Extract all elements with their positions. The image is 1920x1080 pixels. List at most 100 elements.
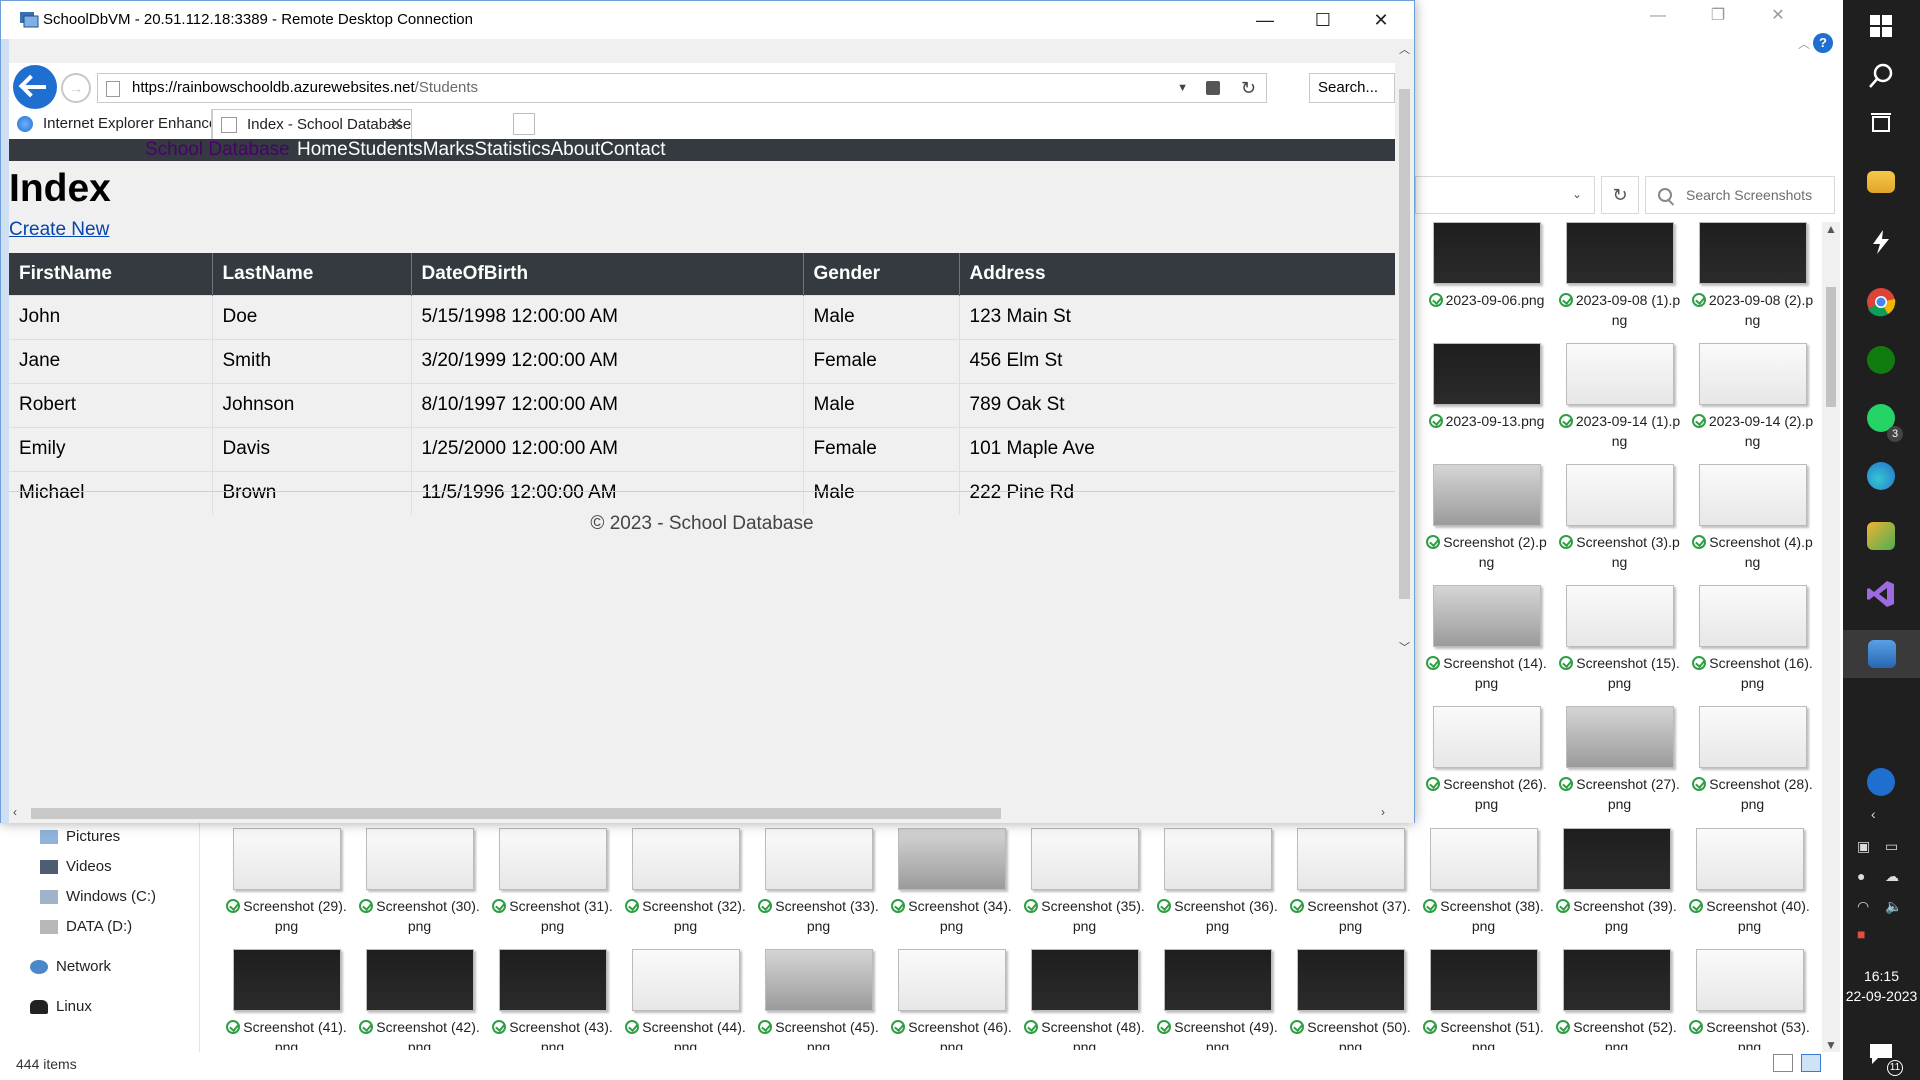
file-thumbnail[interactable]: Screenshot (37).png <box>1284 828 1417 941</box>
explorer-maximize-button[interactable]: ❐ <box>1703 4 1733 28</box>
file-thumbnail[interactable]: 2023-09-08 (1).png <box>1553 222 1686 335</box>
file-thumbnail[interactable]: Screenshot (43).png <box>486 949 619 1050</box>
ie-hscroll-thumb[interactable] <box>31 808 1001 819</box>
file-thumbnail[interactable]: Screenshot (49).png <box>1151 949 1284 1050</box>
file-thumbnail[interactable]: 2023-09-13.png <box>1420 343 1553 456</box>
xbox-icon[interactable] <box>1857 336 1905 384</box>
tab-ie-enhanced-security[interactable]: Internet Explorer Enhanced Sec... <box>9 109 212 139</box>
lock-icon[interactable] <box>1206 81 1220 95</box>
chevron-left-icon[interactable]: ‹ <box>1871 806 1876 822</box>
file-thumbnail[interactable]: Screenshot (53).png <box>1683 949 1816 1050</box>
taskbar-clock[interactable]: 16:15 22-09-2023 <box>1843 966 1920 1006</box>
file-thumbnail[interactable]: Screenshot (4).png <box>1686 464 1819 577</box>
file-thumbnail[interactable]: Screenshot (35).png <box>1018 828 1151 941</box>
new-tab-button[interactable] <box>513 113 535 135</box>
address-bar[interactable]: https://rainbowschooldb.azurewebsites.ne… <box>97 73 1267 103</box>
cloud-icon[interactable]: ☁ <box>1885 868 1899 885</box>
task-view-icon[interactable] <box>1857 100 1905 148</box>
visual-studio-icon[interactable] <box>1857 570 1905 618</box>
wifi-icon[interactable]: ◠ <box>1857 898 1869 915</box>
file-thumbnail[interactable]: Screenshot (32).png <box>619 828 752 941</box>
file-thumbnail[interactable]: Screenshot (16).png <box>1686 585 1819 698</box>
explorer-address-bar[interactable]: ⌄ <box>1415 176 1595 214</box>
file-thumbnail[interactable]: Screenshot (39).png <box>1550 828 1683 941</box>
nav-link-contact[interactable]: Contact <box>600 139 665 161</box>
file-thumbnail[interactable]: Screenshot (33).png <box>752 828 885 941</box>
refresh-button[interactable]: ↻ <box>1601 176 1639 214</box>
file-thumbnail[interactable]: Screenshot (38).png <box>1417 828 1550 941</box>
windows-start-icon[interactable] <box>1857 2 1905 50</box>
tab-index-school-database[interactable]: Index - School Database ✕ <box>212 109 412 139</box>
create-new-link[interactable]: Create New <box>9 217 109 243</box>
file-thumbnail[interactable]: Screenshot (44).png <box>619 949 752 1050</box>
help-icon[interactable] <box>1857 758 1905 806</box>
scroll-left-icon[interactable]: ‹ <box>13 805 17 819</box>
onedrive-error-icon[interactable]: ● <box>1857 868 1865 884</box>
file-thumbnail[interactable]: 2023-09-08 (2).png <box>1686 222 1819 335</box>
details-view-button[interactable] <box>1773 1054 1793 1072</box>
file-thumbnail[interactable]: Screenshot (27).png <box>1553 706 1686 819</box>
file-explorer-icon[interactable] <box>1857 158 1905 206</box>
chevron-down-icon[interactable]: ▼ <box>1177 74 1188 102</box>
file-thumbnail[interactable]: Screenshot (2).png <box>1420 464 1553 577</box>
remote-desktop-icon[interactable] <box>1843 630 1920 678</box>
file-thumbnail[interactable]: Screenshot (45).png <box>752 949 885 1050</box>
explorer-minimize-button[interactable]: — <box>1643 4 1673 28</box>
tray-notification-icon[interactable]: ■ <box>1857 926 1865 942</box>
file-thumbnail[interactable]: Screenshot (30).png <box>353 828 486 941</box>
file-thumbnail[interactable]: Screenshot (14).png <box>1420 585 1553 698</box>
scroll-up-icon[interactable]: ▲ <box>1822 222 1840 236</box>
file-thumbnail[interactable]: 2023-09-14 (2).png <box>1686 343 1819 456</box>
tab-close-icon[interactable]: ✕ <box>390 110 403 139</box>
file-thumbnail[interactable]: Screenshot (46).png <box>885 949 1018 1050</box>
edge-icon[interactable] <box>1857 452 1905 500</box>
whatsapp-icon[interactable]: 3 <box>1857 394 1905 442</box>
nav-item-pictures[interactable]: Pictures <box>40 828 120 845</box>
battery-icon[interactable]: ▭ <box>1885 838 1898 855</box>
file-thumbnail[interactable]: Screenshot (51).png <box>1417 949 1550 1050</box>
refresh-icon[interactable]: ↻ <box>1241 74 1256 102</box>
file-thumbnail[interactable]: Screenshot (40).png <box>1683 828 1816 941</box>
scroll-right-icon[interactable]: › <box>1381 805 1385 819</box>
file-thumbnail[interactable]: Screenshot (31).png <box>486 828 619 941</box>
file-thumbnail[interactable]: Screenshot (34).png <box>885 828 1018 941</box>
scroll-down-icon[interactable]: ﹀ <box>1395 639 1414 655</box>
rdp-close-button[interactable]: ✕ <box>1352 3 1410 37</box>
notification-center-icon[interactable]: 11 <box>1857 1030 1905 1078</box>
file-thumbnail[interactable]: Screenshot (52).png <box>1550 949 1683 1050</box>
chrome-icon[interactable] <box>1857 278 1905 326</box>
file-thumbnail[interactable]: Screenshot (41).png <box>220 949 353 1050</box>
ie-vertical-scrollbar[interactable]: ︿ ﹀ <box>1395 39 1414 809</box>
explorer-scrollbar[interactable]: ▲ ▼ <box>1822 222 1840 1052</box>
help-icon[interactable]: ? <box>1813 33 1833 53</box>
explorer-search-input[interactable]: Search Screenshots <box>1645 176 1835 214</box>
rdp-maximize-button[interactable]: ☐ <box>1294 3 1352 37</box>
nav-item-network[interactable]: Network <box>30 958 111 975</box>
ie-search-input[interactable]: Search... <box>1309 73 1395 103</box>
file-thumbnail[interactable]: Screenshot (28).png <box>1686 706 1819 819</box>
file-thumbnail[interactable]: Screenshot (42).png <box>353 949 486 1050</box>
rdp-minimize-button[interactable]: — <box>1236 3 1294 37</box>
explorer-close-button[interactable]: ✕ <box>1763 4 1793 28</box>
nav-link-about[interactable]: About <box>550 139 600 161</box>
nav-link-home[interactable]: Home <box>297 139 348 161</box>
nav-item-data-d[interactable]: DATA (D:) <box>40 918 132 935</box>
scroll-down-icon[interactable]: ▼ <box>1822 1038 1840 1052</box>
file-thumbnail[interactable]: Screenshot (29).png <box>220 828 353 941</box>
nav-link-marks[interactable]: Marks <box>423 139 475 161</box>
nav-item-linux[interactable]: Linux <box>30 998 92 1015</box>
file-thumbnail[interactable]: Screenshot (48).png <box>1018 949 1151 1050</box>
chevron-down-icon[interactable]: ⌄ <box>1572 187 1582 201</box>
snip-icon[interactable] <box>1857 512 1905 560</box>
ie-horizontal-scrollbar[interactable]: ‹ › <box>9 803 1395 823</box>
nav-item-videos[interactable]: Videos <box>40 858 112 875</box>
app-icon[interactable] <box>1857 218 1905 266</box>
nav-link-students[interactable]: Students <box>348 139 423 161</box>
file-thumbnail[interactable]: Screenshot (26).png <box>1420 706 1553 819</box>
file-thumbnail[interactable]: Screenshot (36).png <box>1151 828 1284 941</box>
forward-button[interactable]: → <box>61 73 91 103</box>
volume-icon[interactable]: 🔈 <box>1885 898 1902 915</box>
file-thumbnail[interactable]: 2023-09-06.png <box>1420 222 1553 335</box>
rdp-title-bar[interactable]: SchoolDbVM - 20.51.112.18:3389 - Remote … <box>1 1 1414 39</box>
site-brand-link[interactable]: School Database <box>145 139 290 161</box>
